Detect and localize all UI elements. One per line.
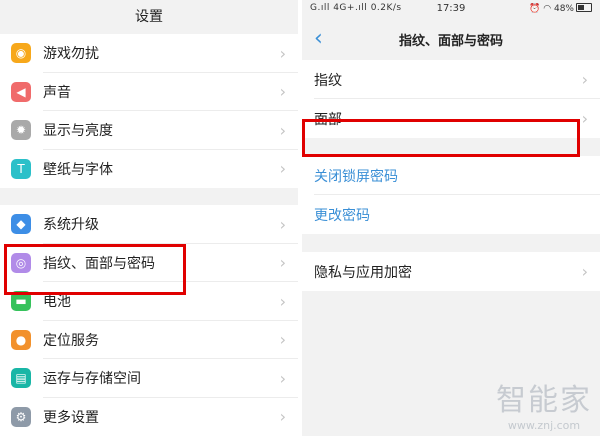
settings-item[interactable]: ● 定位服务 ›	[0, 321, 298, 359]
settings-item-label: 运存与存储空间	[43, 371, 141, 388]
fingerprint-icon: ◎	[11, 252, 31, 273]
face-label: 面部	[314, 111, 342, 128]
settings-group-1: ◉ 游戏勿扰 › ◀ 声音 › ✹ 显示与亮度 › T 壁纸与字体 ›	[0, 34, 298, 188]
status-bar: G.ıll 4G+.ıll 0.2K/s 17:39 ⏰ ◠ 48%	[302, 0, 600, 18]
privacy-app-encryption-row[interactable]: 隐私与应用加密 ›	[302, 252, 600, 291]
chevron-right-icon: ›	[279, 159, 286, 179]
battery-percent: 48%	[553, 4, 574, 14]
settings-item[interactable]: T 壁纸与字体 ›	[0, 150, 298, 189]
chevron-right-icon: ›	[279, 253, 286, 273]
settings-item[interactable]: ◎ 指纹、面部与密码 ›	[0, 244, 298, 282]
settings-item-label: 显示与亮度	[43, 123, 113, 140]
watermark-text: 智能家	[496, 383, 592, 418]
chevron-right-icon: ›	[279, 120, 286, 140]
speaker-icon: ◀	[11, 81, 31, 102]
sun-icon: ✹	[11, 120, 31, 141]
settings-item-label: 壁纸与字体	[43, 161, 113, 178]
location-pin-icon: ●	[11, 329, 31, 350]
settings-item[interactable]: ✹ 显示与亮度 ›	[0, 111, 298, 150]
change-password-label: 更改密码	[314, 207, 370, 224]
settings-item[interactable]: ▬ 电池 ›	[0, 282, 298, 321]
settings-item[interactable]: ◆ 系统升级 ›	[0, 205, 298, 244]
page-title: 设置	[0, 0, 298, 34]
settings-item-label: 定位服务	[43, 332, 99, 349]
settings-item-label: 电池	[43, 294, 71, 311]
watermark-url: www.znj.com	[507, 419, 581, 432]
watermark: 智能家 www.znj.com	[496, 375, 592, 432]
nav-bar: ‹ 指纹、面部与密码	[302, 18, 600, 60]
settings-item[interactable]: ▤ 运存与存储空间 ›	[0, 359, 298, 398]
storage-icon: ▤	[11, 368, 31, 389]
settings-item[interactable]: ◉ 游戏勿扰 ›	[0, 34, 298, 73]
settings-item-label: 系统升级	[43, 217, 99, 234]
settings-item[interactable]: ◀ 声音 ›	[0, 73, 298, 111]
font-icon: T	[11, 158, 31, 179]
chevron-right-icon: ›	[581, 70, 588, 89]
chevron-right-icon: ›	[279, 214, 286, 234]
fingerprint-row[interactable]: 指纹 ›	[302, 60, 600, 99]
chevron-right-icon: ›	[279, 82, 286, 102]
disable-lock-password-row[interactable]: 关闭锁屏密码	[302, 156, 600, 195]
upgrade-icon: ◆	[11, 214, 31, 235]
privacy-app-encryption-label: 隐私与应用加密	[314, 264, 412, 281]
settings-item[interactable]: ⚙ 更多设置 ›	[0, 398, 298, 436]
settings-group-2: ◆ 系统升级 › ◎ 指纹、面部与密码 › ▬ 电池 › ● 定位服务 › ▤ 运存与存储空间 › ⚙ 更多设置…	[0, 205, 298, 436]
change-password-row[interactable]: 更改密码	[302, 195, 600, 234]
disable-lock-password-label: 关闭锁屏密码	[314, 168, 398, 185]
chevron-right-icon: ›	[279, 291, 286, 311]
chevron-right-icon: ›	[279, 330, 286, 350]
chevron-right-icon: ›	[581, 262, 588, 281]
battery-icon	[576, 3, 592, 12]
chevron-right-icon: ›	[279, 407, 286, 427]
chevron-right-icon: ›	[279, 368, 286, 388]
nav-title: 指纹、面部与密码	[398, 34, 503, 49]
wifi-icon: ◠	[543, 4, 552, 14]
battery-icon: ▬	[11, 291, 31, 312]
fingerprint-label: 指纹	[314, 72, 342, 89]
settings-item-label: 更多设置	[43, 409, 99, 426]
face-row[interactable]: 面部 ›	[302, 99, 600, 138]
more-settings-icon: ⚙	[11, 406, 31, 427]
alarm-icon: ⏰	[529, 4, 541, 14]
chevron-right-icon: ›	[279, 43, 286, 63]
fingerprint-face-password-panel: G.ıll 4G+.ıll 0.2K/s 17:39 ⏰ ◠ 48% ‹ 指纹、…	[302, 0, 600, 436]
settings-panel: 设置 ◉ 游戏勿扰 › ◀ 声音 › ✹ 显示与亮度 › T 壁纸与字体 › ◆ 系统升级 › ◎ 指纹、面部…	[0, 0, 298, 436]
settings-item-label: 声音	[43, 84, 71, 101]
settings-item-label: 游戏勿扰	[43, 46, 99, 63]
gamepad-icon: ◉	[11, 43, 31, 64]
settings-item-label: 指纹、面部与密码	[43, 255, 155, 272]
chevron-right-icon: ›	[581, 109, 588, 128]
